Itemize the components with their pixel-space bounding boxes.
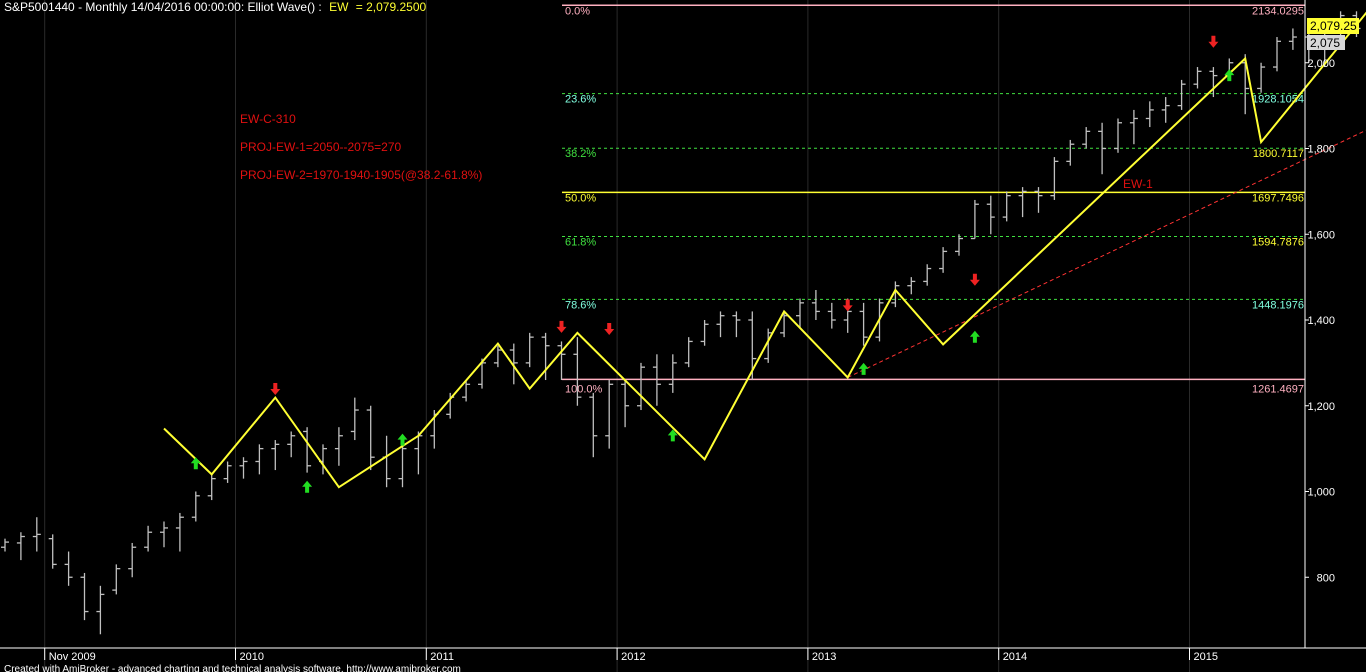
time-tick-label: 2012 [621,651,645,663]
fib-level-value: 1448.1976 [1252,299,1304,311]
chart-background [0,0,1366,672]
price-tick-label: 1,000 [1307,487,1335,499]
time-tick-label: 2010 [240,651,264,663]
price-tick-label: 1,200 [1307,401,1335,413]
price-tick-label: 2,000 [1307,58,1335,70]
time-tick-label: 2011 [430,651,454,663]
fib-level-pct: 23.6% [565,94,596,106]
footer-credit: Created with AmiBroker - advanced charti… [4,664,461,672]
fib-level-pct: 50.0% [565,192,596,204]
fib-level-pct: 0.0% [565,5,590,17]
fib-level-value: 1800.7117 [1253,148,1304,160]
header-indicator-value: = 2,079.2500 [356,0,427,14]
time-tick-label: 2014 [1003,651,1027,663]
annotation-proj-ew-1: PROJ-EW-1=2050--2075=270 [240,140,402,154]
fib-level-pct: 100.0% [565,383,603,395]
annotation-proj-ew-2: PROJ-EW-2=1970-1940-1905(@38.2-61.8%) [240,168,482,182]
fib-level-pct: 38.2% [565,148,596,160]
chart-header: S&P5001440 - Monthly 14/04/2016 00:00:00… [4,0,427,14]
last-price-tag: 2,079.25 [1310,19,1357,33]
header-indicator-name: EW [329,0,349,14]
price-tick-label: 1,600 [1307,229,1335,241]
prev-price-tag: 2,075 [1310,36,1340,50]
fib-level-value: 2134.0295 [1252,5,1304,17]
annotation-ew-c: EW-C-310 [240,112,296,126]
price-tick-label: 800 [1317,572,1335,584]
time-tick-label: 2015 [1194,651,1218,663]
price-tick-label: 1,800 [1307,144,1335,156]
fib-level-value: 1594.7876 [1252,236,1304,248]
chart-canvas: 0.0% 2134.029523.6% 1928.105438.2% 1800.711… [0,0,1366,672]
fib-level-pct: 61.8% [565,236,596,248]
time-tick-label: Nov 2009 [49,651,96,663]
time-tick-label: 2013 [812,651,836,663]
fib-level-value: 1261.4697 [1252,383,1304,395]
price-tick-label: 1,400 [1307,315,1335,327]
fib-level-pct: 78.6% [565,299,596,311]
annotation-ew-1: EW-1 [1123,177,1153,191]
header-symbol-info: S&P5001440 - Monthly 14/04/2016 00:00:00… [4,0,322,14]
fib-level-value: 1697.7496 [1252,192,1304,204]
